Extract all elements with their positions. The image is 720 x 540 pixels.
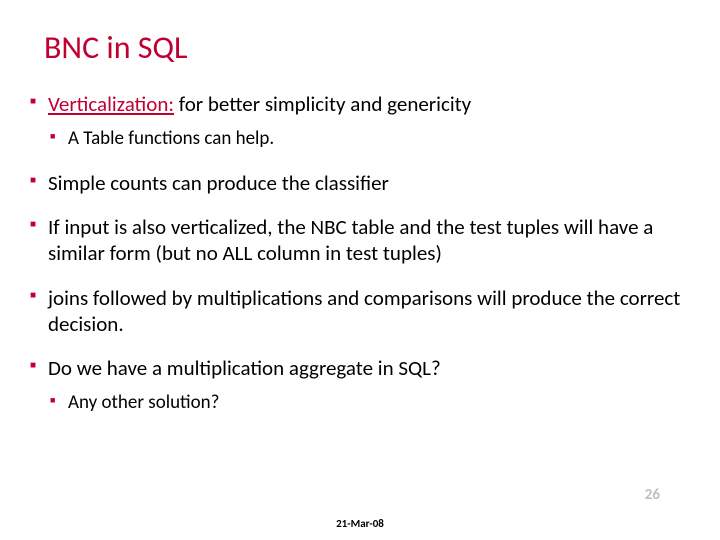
bullet-text: for better simplicity and genericity bbox=[174, 91, 471, 117]
sub-bullet-item: Any other solution? bbox=[48, 391, 692, 416]
bullet-highlight: Verticalization: bbox=[48, 91, 174, 117]
slide-content: Verticalization: for better simplicity a… bbox=[0, 67, 720, 416]
page-number: 26 bbox=[645, 486, 660, 504]
bullet-item: Simple counts can produce the classifier bbox=[28, 170, 692, 196]
bullet-text: Do we have a multiplication aggregate in… bbox=[48, 355, 441, 381]
footer-date: 21-Mar-08 bbox=[336, 517, 384, 530]
bullet-item: Do we have a multiplication aggregate in… bbox=[28, 355, 692, 416]
slide: BNC in SQL Verticalization: for better s… bbox=[0, 0, 720, 540]
bullet-item: joins followed by multiplications and co… bbox=[28, 285, 692, 338]
bullet-item: If input is also verticalized, the NBC t… bbox=[28, 214, 692, 267]
sub-bullet-list: Any other solution? bbox=[48, 391, 692, 416]
sub-bullet-list: A Table functions can help. bbox=[48, 127, 692, 152]
sub-bullet-item: A Table functions can help. bbox=[48, 127, 692, 152]
bullet-list: Verticalization: for better simplicity a… bbox=[28, 91, 692, 416]
slide-title: BNC in SQL bbox=[0, 0, 720, 67]
bullet-item: Verticalization: for better simplicity a… bbox=[28, 91, 692, 152]
